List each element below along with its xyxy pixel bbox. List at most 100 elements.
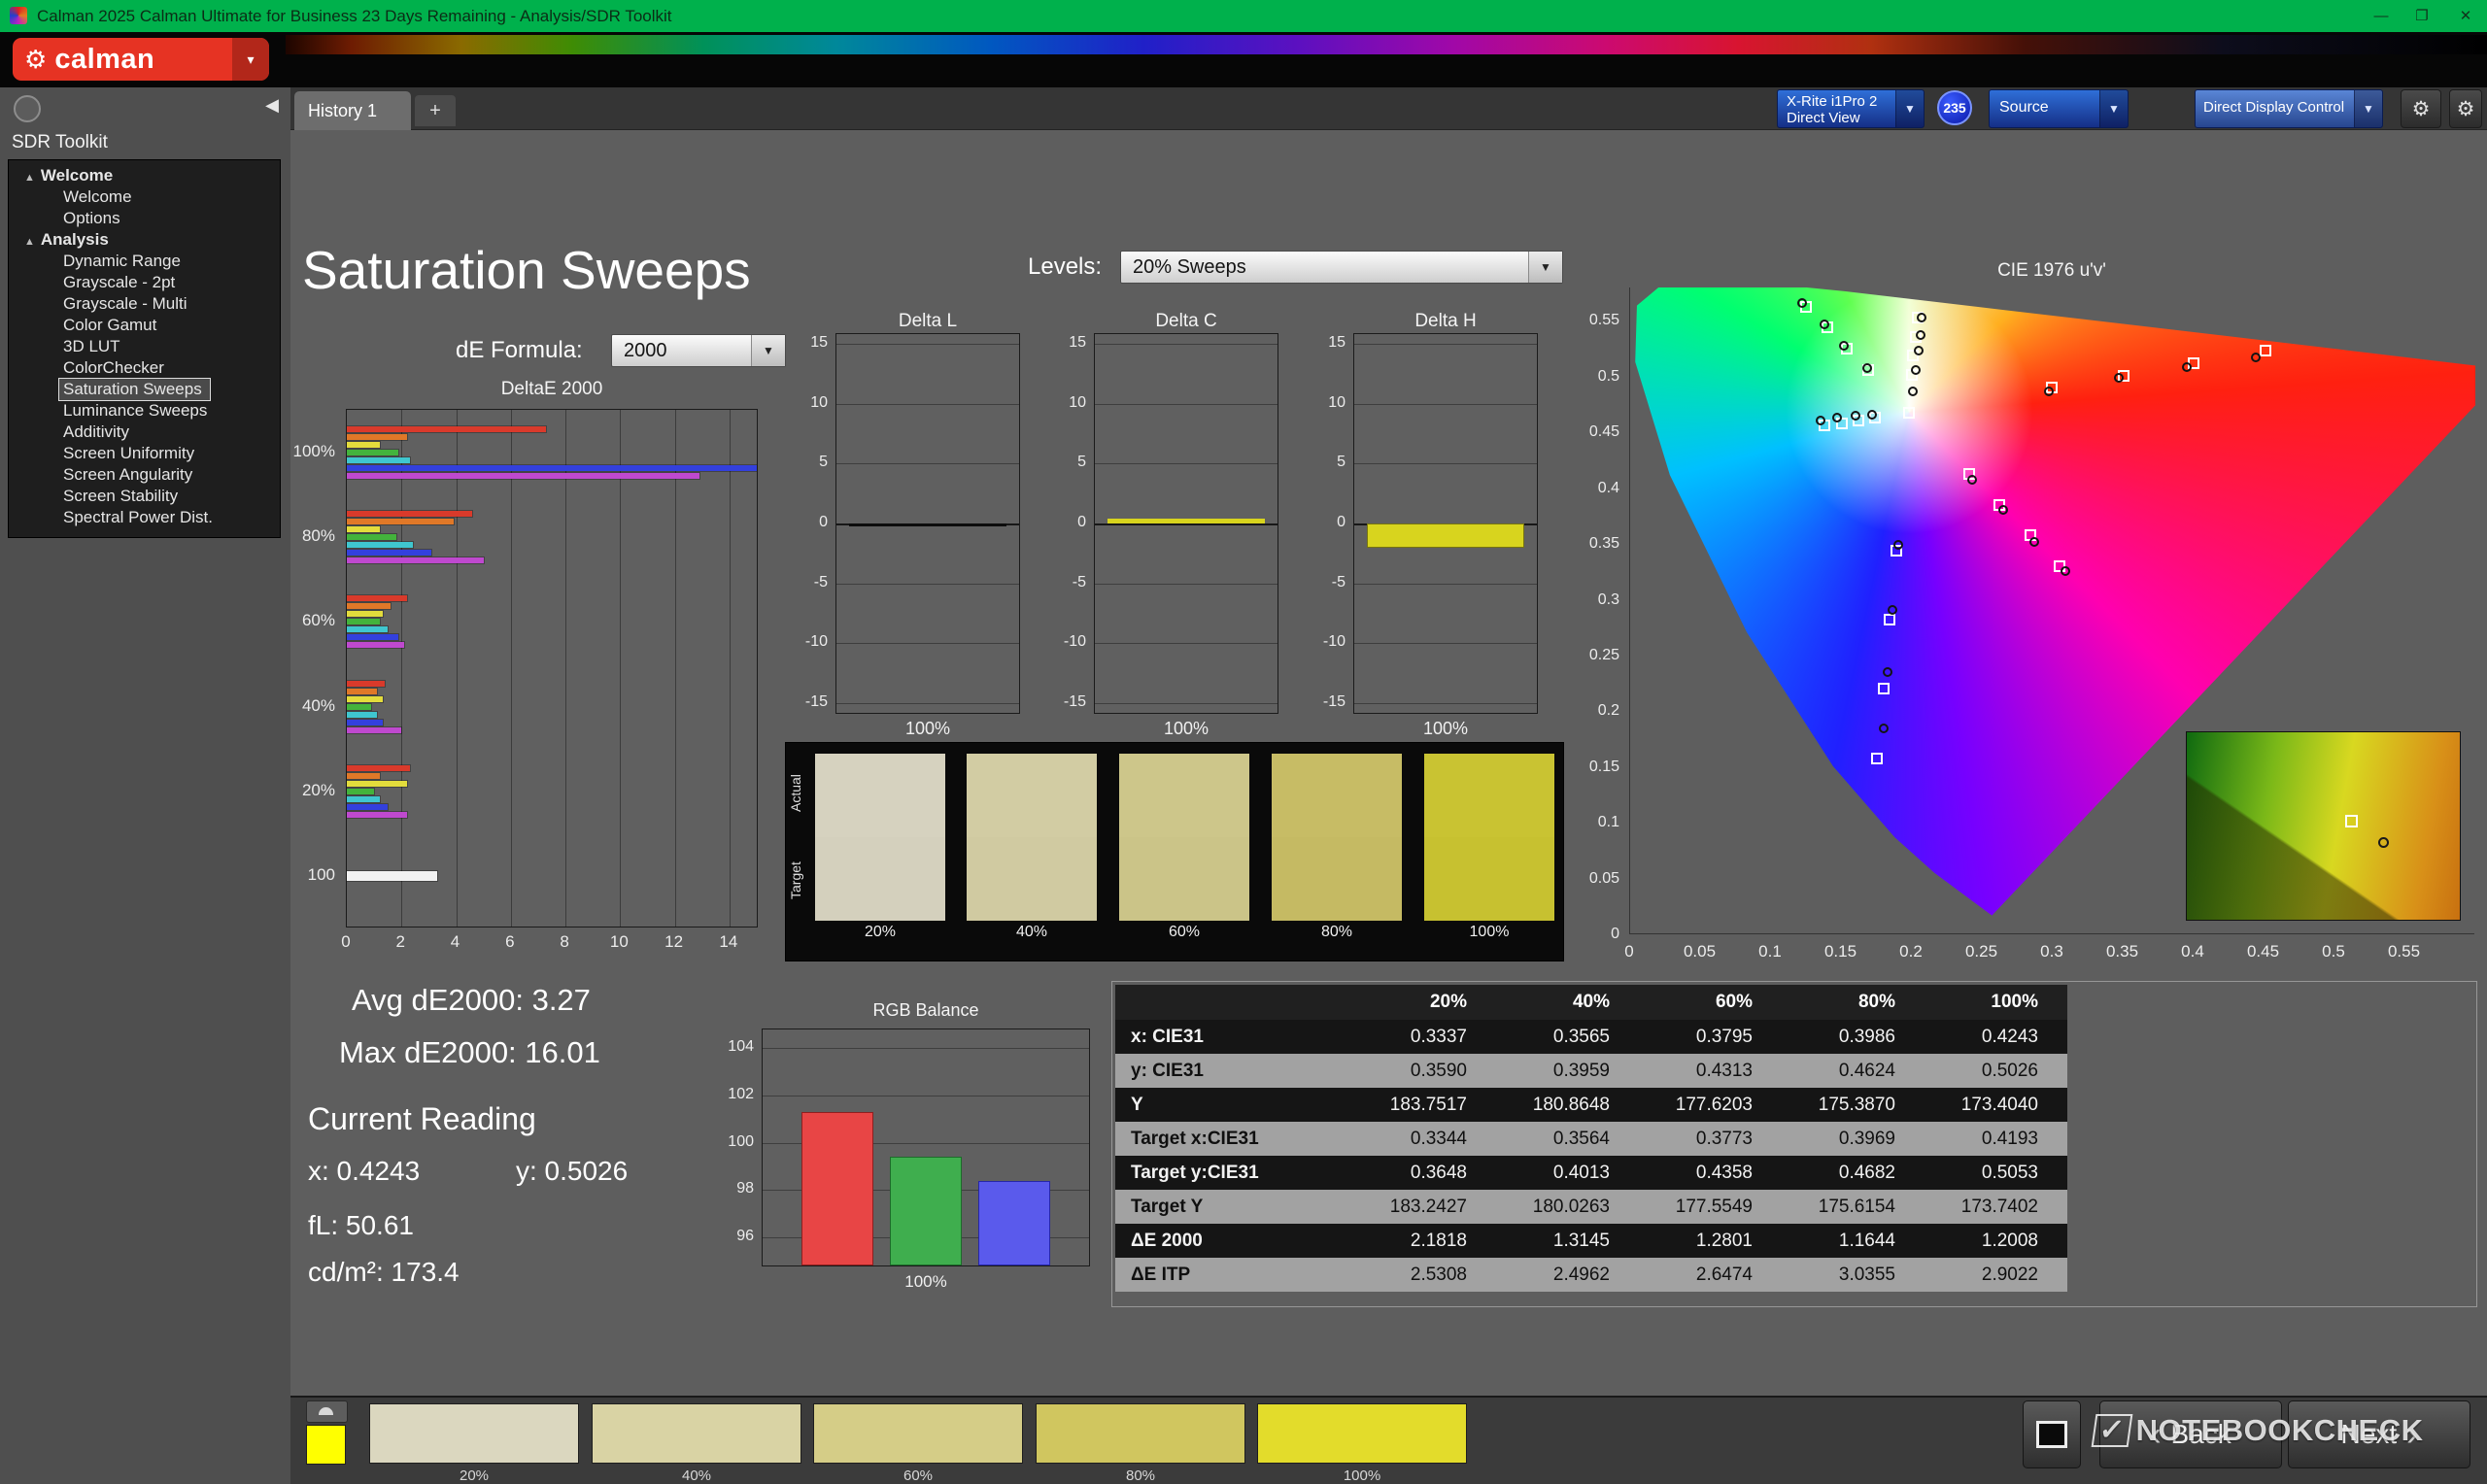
tab-strip: History 1 + X-Rite i1Pro 2 Direct View ▼…	[290, 87, 2487, 130]
patch-bar: 20%40%60%80%100% ‹ Back Next › ✓ NOTEBOO…	[290, 1396, 2487, 1484]
tree-item-3d-lut[interactable]: 3D LUT	[9, 336, 280, 357]
tree-item-label: Saturation Sweeps	[63, 380, 202, 398]
tree-item-label: Screen Uniformity	[63, 444, 194, 462]
display-control-dropdown[interactable]: Direct Display Control ▼	[2195, 89, 2383, 128]
tree-item-welcome[interactable]: Welcome	[9, 186, 280, 208]
cie-x-axis: 00.050.10.150.20.250.30.350.40.450.50.55	[1629, 938, 2474, 963]
tree-item-colorchecker[interactable]: ColorChecker	[9, 357, 280, 379]
delta-gridline	[1354, 463, 1537, 464]
patch-button-40%[interactable]: 40%	[592, 1403, 801, 1484]
levels-dropdown[interactable]: 20% Sweeps ▼	[1120, 251, 1563, 284]
table-row-label: x: CIE31	[1115, 1020, 1353, 1054]
cie-y-tick: 0.35	[1569, 535, 1619, 553]
tree-item-dynamic-range[interactable]: Dynamic Range	[9, 251, 280, 272]
cie-measured-marker	[2029, 537, 2039, 547]
levels-dropdown-arrow-icon: ▼	[1528, 252, 1562, 283]
calman-logo-menu[interactable]: ⚙ calman ▾	[13, 38, 269, 81]
minimize-button[interactable]: —	[2361, 0, 2402, 32]
tree-item-saturation-sweeps[interactable]: Saturation Sweeps	[59, 379, 210, 400]
deltae-x-axis: 02468101214	[346, 930, 758, 956]
settings-button[interactable]: ⚙	[2401, 89, 2441, 128]
meter-count-badge: 235	[1937, 90, 1972, 125]
table-cell: 183.7517	[1353, 1088, 1496, 1122]
patch-button-100%[interactable]: 100%	[1257, 1403, 1467, 1484]
tree-item-screen-uniformity[interactable]: Screen Uniformity	[9, 443, 280, 464]
tree-item-color-gamut[interactable]: Color Gamut	[9, 315, 280, 336]
table-cell: 183.2427	[1353, 1190, 1496, 1224]
table-cell: 0.3648	[1353, 1156, 1496, 1190]
tree-item-label: Options	[63, 209, 120, 227]
meter-dropdown[interactable]: X-Rite i1Pro 2 Direct View ▼	[1777, 89, 1925, 128]
rgb-balance-title: RGB Balance	[762, 1000, 1090, 1021]
table-cell: 1.1644	[1782, 1224, 1925, 1258]
patch-button-80%[interactable]: 80%	[1036, 1403, 1245, 1484]
workflow-settings-button[interactable]: ⚙	[2449, 89, 2482, 128]
de-formula-dropdown[interactable]: 2000 ▼	[611, 334, 786, 367]
delta-y-tick: -15	[1047, 693, 1086, 711]
cie-y-axis: 00.050.10.150.20.250.30.350.40.450.50.55	[1569, 287, 1623, 934]
tree-item-spectral-power-dist-[interactable]: Spectral Power Dist.	[9, 507, 280, 528]
tree-item-screen-stability[interactable]: Screen Stability	[9, 486, 280, 507]
back-button[interactable]: ‹ Back	[2099, 1400, 2282, 1468]
patch-color	[369, 1403, 579, 1464]
tree-item-luminance-sweeps[interactable]: Luminance Sweeps	[9, 400, 280, 422]
add-tab-button[interactable]: +	[415, 95, 456, 126]
delta-bar	[1107, 519, 1265, 523]
delta-y-tick: 10	[789, 394, 828, 412]
patch-button-60%[interactable]: 60%	[813, 1403, 1023, 1484]
table-cell: 0.3969	[1782, 1122, 1925, 1156]
deltae-gridline	[401, 410, 402, 927]
cie-x-tick: 0.3	[2040, 942, 2063, 961]
source-dropdown[interactable]: Source ▼	[1989, 89, 2129, 128]
tree-item-welcome[interactable]: ▲Welcome	[9, 165, 280, 186]
rgb-y-tick: 96	[715, 1228, 754, 1245]
rgb-bar-red	[801, 1112, 873, 1265]
next-button[interactable]: Next ›	[2288, 1400, 2470, 1468]
table-row-label: Y	[1115, 1088, 1353, 1122]
deltae-x-tick: 14	[719, 932, 737, 952]
restore-button[interactable]: ❐	[2402, 0, 2442, 32]
cie-x-tick: 0.2	[1899, 942, 1923, 961]
swatch-target	[967, 837, 1097, 921]
deltae-bar	[347, 871, 437, 881]
window-title: Calman 2025 Calman Ultimate for Business…	[37, 0, 672, 32]
tree-item-grayscale-multi[interactable]: Grayscale - Multi	[9, 293, 280, 315]
table-cell: 0.4682	[1782, 1156, 1925, 1190]
table-cell: 0.3959	[1496, 1054, 1639, 1088]
delta-c-title: Delta C	[1094, 311, 1278, 332]
deltae-x-tick: 10	[610, 932, 629, 952]
close-button[interactable]: ✕	[2444, 0, 2487, 32]
delta-y-tick: 0	[1047, 514, 1086, 531]
table-cell: 173.4040	[1925, 1088, 2067, 1122]
tree-item-analysis[interactable]: ▲Analysis	[9, 229, 280, 251]
sidebar-collapse-icon[interactable]: ◀	[265, 95, 279, 116]
pattern-fullscreen-button[interactable]	[2023, 1400, 2081, 1468]
delta-bar	[849, 523, 1006, 526]
table-cell: 1.2801	[1639, 1224, 1782, 1258]
deltae-group-label: 20%	[290, 781, 335, 800]
tab-history-1[interactable]: History 1	[294, 91, 411, 130]
tree-item-grayscale-2pt[interactable]: Grayscale - 2pt	[9, 272, 280, 293]
cie-y-tick: 0.1	[1569, 814, 1619, 831]
cie-measured-marker	[1879, 724, 1889, 733]
table-cell: 3.0355	[1782, 1258, 1925, 1292]
delta-gridline	[1354, 344, 1537, 345]
tree-item-screen-angularity[interactable]: Screen Angularity	[9, 464, 280, 486]
meter-line2: Direct View	[1787, 110, 1895, 126]
patch-label: 100%	[1257, 1467, 1467, 1484]
session-indicator[interactable]	[14, 95, 41, 122]
cie-target-marker	[1884, 614, 1895, 625]
deltae-gridline	[457, 410, 458, 927]
deltae-bar	[347, 465, 757, 471]
tree-item-options[interactable]: Options	[9, 208, 280, 229]
cie-measured-marker	[2182, 362, 2192, 372]
deltae-bar	[347, 603, 391, 609]
patch-button-20%[interactable]: 20%	[369, 1403, 579, 1484]
deltae-bar	[347, 789, 374, 794]
cie-target-marker	[2260, 345, 2271, 356]
avg-de2000: Avg dE2000: 3.27	[352, 983, 591, 1018]
table-cell: 2.6474	[1639, 1258, 1782, 1292]
table-header-40%: 40%	[1496, 985, 1639, 1020]
pattern-window-button[interactable]	[306, 1400, 348, 1423]
tree-item-additivity[interactable]: Additivity	[9, 422, 280, 443]
